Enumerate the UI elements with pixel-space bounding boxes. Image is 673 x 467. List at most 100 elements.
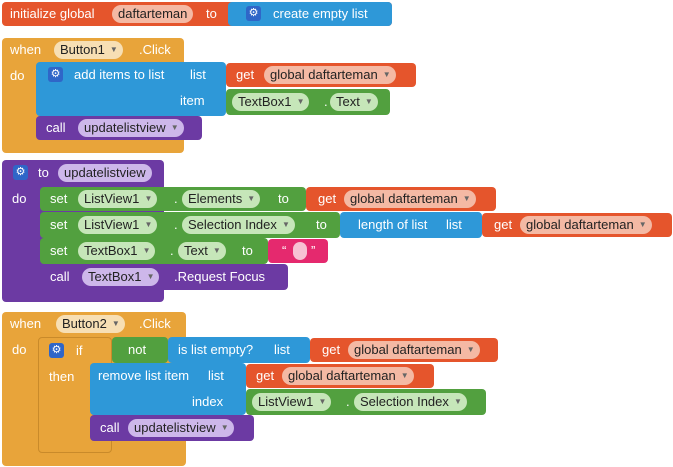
dropdown-arrow-icon: ▼ xyxy=(212,246,221,255)
then-label: then xyxy=(49,369,75,384)
length-of-list-label: length of list xyxy=(358,217,428,232)
empty-text-string-block[interactable]: “ ” xyxy=(268,239,328,263)
gear-icon[interactable]: ⚙ xyxy=(246,6,261,21)
dropdown-arrow-icon: ▼ xyxy=(220,423,229,432)
text-property-dropdown[interactable]: Text ▼ xyxy=(178,242,226,260)
not-block[interactable]: not xyxy=(112,337,168,363)
set-listview1-elements-block[interactable]: set ListView1 ▼ . Elements ▼ to xyxy=(40,187,306,211)
textbox1-component-dropdown[interactable]: TextBox1 ▼ xyxy=(232,93,310,111)
textbox1-component-dropdown[interactable]: TextBox1 ▼ xyxy=(82,268,160,286)
remove-list-item-block[interactable]: remove list item list index xyxy=(90,363,246,415)
call-updatelistview-block[interactable]: call updatelistview ▼ xyxy=(90,415,254,441)
dropdown-arrow-icon: ▼ xyxy=(170,123,179,132)
remove-list-item-label: remove list item xyxy=(98,368,190,383)
proc-to-label: to xyxy=(38,165,49,180)
add-items-to-list-block[interactable]: ⚙ add items to list list item xyxy=(36,62,226,116)
not-label: not xyxy=(128,342,147,357)
click-event-label: .Click xyxy=(139,42,171,57)
elements-property-dropdown[interactable]: Elements ▼ xyxy=(182,190,261,208)
length-of-list-block[interactable]: length of list list xyxy=(340,212,482,238)
close-quote: ” xyxy=(311,243,316,258)
create-empty-list-label: create empty list xyxy=(273,6,368,21)
dot-label: . xyxy=(170,243,174,258)
dropdown-arrow-icon: ▼ xyxy=(462,194,471,203)
dropdown-arrow-icon: ▼ xyxy=(144,194,153,203)
dropdown-arrow-icon: ▼ xyxy=(142,246,151,255)
listview1-selection-index-getter-block[interactable]: ListView1 ▼ . Selection Index ▼ xyxy=(246,389,486,415)
get-var-dropdown[interactable]: global daftarteman ▼ xyxy=(348,341,480,359)
initialize-global-label: initialize global xyxy=(10,6,95,21)
call-label: call xyxy=(50,269,70,284)
dropdown-arrow-icon: ▼ xyxy=(466,345,475,354)
dropdown-arrow-icon: ▼ xyxy=(144,220,153,229)
get-var-dropdown[interactable]: global daftarteman ▼ xyxy=(520,216,652,234)
dot-label: . xyxy=(174,217,178,232)
get-global-block[interactable]: get global daftarteman ▼ xyxy=(226,63,416,87)
add-items-label: add items to list xyxy=(74,67,165,82)
get-var-dropdown[interactable]: global daftarteman ▼ xyxy=(282,367,414,385)
dropdown-arrow-icon: ▼ xyxy=(296,97,305,106)
dropdown-arrow-icon: ▼ xyxy=(364,97,373,106)
listview1-component-dropdown[interactable]: ListView1 ▼ xyxy=(78,216,158,234)
call-label: call xyxy=(100,420,120,435)
if-label: if xyxy=(76,343,83,358)
dropdown-arrow-icon: ▼ xyxy=(247,194,256,203)
to-label: to xyxy=(316,217,327,232)
set-label: set xyxy=(50,217,68,232)
global-to-label: to xyxy=(206,6,217,21)
do-label: do xyxy=(12,342,27,357)
set-label: set xyxy=(50,243,68,258)
list-label: list xyxy=(208,368,224,383)
proc-name-field[interactable]: updatelistview xyxy=(58,164,152,182)
global-var-name-field[interactable]: daftarteman xyxy=(112,5,194,23)
get-label: get xyxy=(256,368,275,383)
global-var-name: daftarteman xyxy=(118,6,188,21)
empty-string-field[interactable] xyxy=(293,242,307,260)
click-event-label: .Click xyxy=(139,316,171,331)
textbox1-component-dropdown[interactable]: TextBox1 ▼ xyxy=(78,242,156,260)
to-label: to xyxy=(278,191,289,206)
call-label: call xyxy=(46,120,66,135)
dot-label: . xyxy=(346,394,350,409)
text-property-dropdown[interactable]: Text ▼ xyxy=(330,93,378,111)
get-var-dropdown[interactable]: global daftarteman ▼ xyxy=(264,66,396,84)
get-label: get xyxy=(494,217,513,232)
set-label: set xyxy=(50,191,68,206)
dot-label: . xyxy=(324,94,328,109)
create-empty-list-block[interactable]: ⚙ create empty list xyxy=(228,2,392,26)
list-label: list xyxy=(190,67,206,82)
selection-index-property-dropdown[interactable]: Selection Index ▼ xyxy=(182,216,295,234)
index-label: index xyxy=(192,394,224,409)
call-proc-dropdown[interactable]: updatelistview ▼ xyxy=(78,119,184,137)
to-label: to xyxy=(242,243,253,258)
listview1-component-dropdown[interactable]: ListView1 ▼ xyxy=(78,190,158,208)
request-focus-label: .Request Focus xyxy=(174,269,266,284)
initialize-global-block[interactable]: initialize global daftarteman to ⚙ creat… xyxy=(2,2,392,26)
get-global-block[interactable]: get global daftarteman ▼ xyxy=(306,187,496,211)
dropdown-arrow-icon: ▼ xyxy=(281,220,290,229)
gear-icon[interactable]: ⚙ xyxy=(49,343,64,358)
dropdown-arrow-icon: ▼ xyxy=(111,319,120,328)
listview1-component-dropdown[interactable]: ListView1 ▼ xyxy=(252,393,332,411)
dropdown-arrow-icon: ▼ xyxy=(146,272,155,281)
gear-icon[interactable]: ⚙ xyxy=(13,165,28,180)
get-global-block[interactable]: get global daftarteman ▼ xyxy=(246,364,434,388)
dropdown-arrow-icon: ▼ xyxy=(382,70,391,79)
call-textbox1-request-focus-block[interactable]: call TextBox1 ▼ .Request Focus xyxy=(40,264,288,290)
is-list-empty-label: is list empty? xyxy=(178,342,254,357)
textbox1-text-getter-block[interactable]: TextBox1 ▼ . Text ▼ xyxy=(226,89,390,115)
is-list-empty-block[interactable]: is list empty? list xyxy=(168,337,310,363)
get-global-block[interactable]: get global daftarteman ▼ xyxy=(482,213,672,237)
gear-icon[interactable]: ⚙ xyxy=(48,67,63,82)
selection-index-property-dropdown[interactable]: Selection Index ▼ xyxy=(354,393,467,411)
set-listview1-selection-index-block[interactable]: set ListView1 ▼ . Selection Index ▼ to xyxy=(40,212,340,238)
button1-component-dropdown[interactable]: Button1 ▼ xyxy=(54,41,123,59)
call-proc-dropdown[interactable]: updatelistview ▼ xyxy=(128,419,234,437)
dropdown-arrow-icon: ▼ xyxy=(318,397,327,406)
call-updatelistview-block[interactable]: call updatelistview ▼ xyxy=(36,116,202,140)
get-global-block[interactable]: get global daftarteman ▼ xyxy=(310,338,498,362)
get-var-dropdown[interactable]: global daftarteman ▼ xyxy=(344,190,476,208)
button2-component-dropdown[interactable]: Button2 ▼ xyxy=(56,315,125,333)
dot-label: . xyxy=(174,191,178,206)
set-textbox1-text-block[interactable]: set TextBox1 ▼ . Text ▼ to xyxy=(40,238,268,264)
